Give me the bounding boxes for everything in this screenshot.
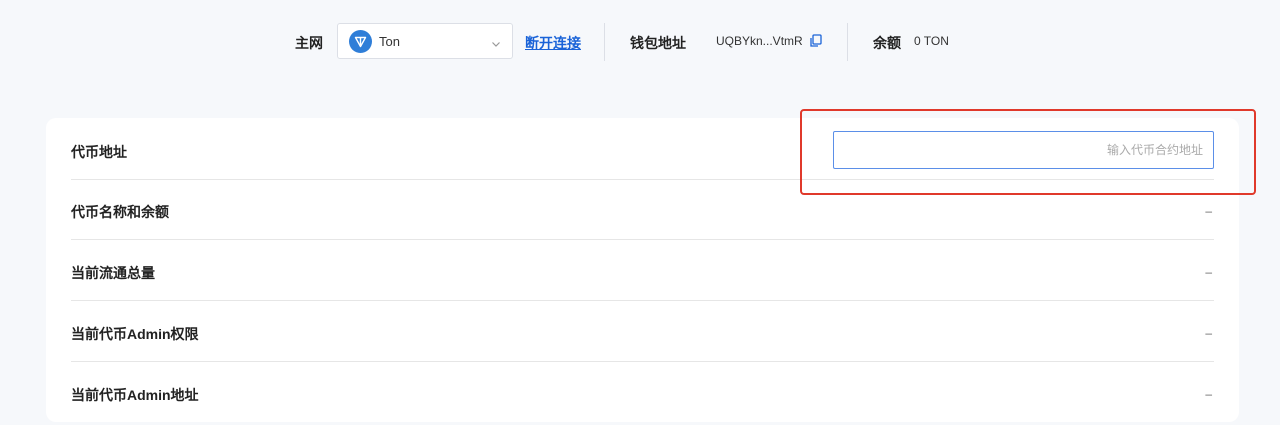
token-info-card: 代币地址 代币名称和余额 – 当前流通总量 – 当前代币Admin权限 – 当前…: [46, 118, 1239, 422]
row-admin-permission: 当前代币Admin权限 –: [71, 302, 1214, 362]
chevron-down-icon: [491, 36, 501, 54]
admin-permission-label: 当前代币Admin权限: [71, 326, 199, 342]
total-supply-label: 当前流通总量: [71, 265, 155, 281]
divider: [847, 23, 848, 61]
row-total-supply: 当前流通总量 –: [71, 241, 1214, 301]
balance-label: 余额: [873, 35, 901, 51]
divider: [604, 23, 605, 61]
network-select[interactable]: Ton: [337, 23, 513, 59]
ton-logo-icon: [349, 30, 372, 53]
wallet-address-value: UQBYkn...VtmR: [716, 34, 803, 48]
admin-permission-value: –: [1205, 326, 1212, 340]
wallet-address-label: 钱包地址: [630, 35, 686, 51]
total-supply-value: –: [1205, 265, 1212, 279]
disconnect-link[interactable]: 断开连接: [525, 33, 581, 53]
network-select-value: Ton: [379, 34, 400, 49]
admin-address-label: 当前代币Admin地址: [71, 387, 199, 403]
token-name-balance-label: 代币名称和余额: [71, 204, 169, 220]
network-label: 主网: [295, 35, 323, 51]
token-address-input[interactable]: [833, 131, 1214, 169]
balance-value: 0 TON: [914, 34, 949, 48]
top-bar: 主网 Ton 断开连接 钱包地址 UQBYkn...VtmR 余额 0 TON: [0, 0, 1280, 84]
admin-address-value: –: [1205, 387, 1212, 401]
token-name-balance-value: –: [1205, 204, 1212, 218]
row-admin-address: 当前代币Admin地址 –: [71, 363, 1214, 423]
row-token-address: 代币地址: [71, 120, 1214, 180]
copy-icon[interactable]: [809, 34, 823, 48]
row-token-name-balance: 代币名称和余额 –: [71, 180, 1214, 240]
token-address-label: 代币地址: [71, 144, 127, 160]
